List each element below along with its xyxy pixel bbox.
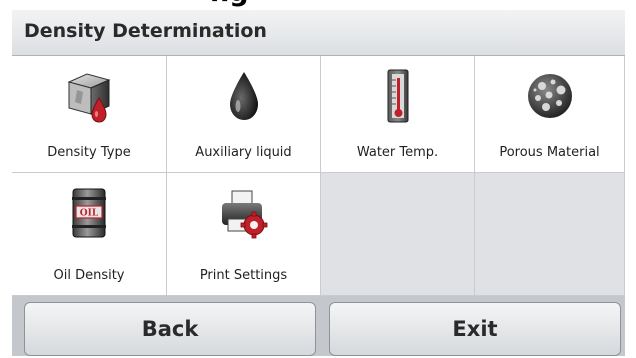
menu-grid: Density Type Auxiliary liquid Water Temp…	[12, 56, 625, 296]
screen-title: Density Determination	[24, 20, 267, 42]
printer-gear-icon	[216, 185, 272, 241]
menu-item-oil-density[interactable]: OIL Oil Density	[12, 173, 167, 296]
svg-text:OIL: OIL	[80, 209, 99, 219]
menu-item-label: Porous Material	[499, 145, 600, 160]
menu-item-label: Density Type	[47, 145, 131, 160]
menu-item-auxiliary-liquid[interactable]: Auxiliary liquid	[167, 56, 321, 173]
density-cube-icon	[61, 68, 117, 124]
back-button[interactable]: Back	[24, 302, 316, 356]
menu-item-water-temp[interactable]: Water Temp.	[321, 56, 475, 173]
menu-item-label: Auxiliary liquid	[195, 145, 292, 160]
oil-barrel-icon: OIL	[61, 185, 117, 241]
page-heading-fragment: ng	[210, 0, 249, 8]
exit-button[interactable]: Exit	[329, 302, 621, 356]
porous-sphere-icon	[522, 68, 578, 124]
density-screen: Density Determination Density Type Auxil…	[12, 10, 625, 356]
menu-item-print-settings[interactable]: Print Settings	[167, 173, 321, 296]
empty-cell	[321, 173, 475, 296]
title-bar: Density Determination	[12, 10, 625, 56]
empty-cell	[475, 173, 625, 296]
menu-item-porous-material[interactable]: Porous Material	[475, 56, 625, 173]
menu-item-label: Water Temp.	[356, 145, 439, 160]
menu-item-label: Oil Density	[53, 268, 125, 283]
button-bar: Back Exit	[12, 296, 625, 356]
menu-item-label: Print Settings	[199, 268, 288, 283]
menu-item-density-type[interactable]: Density Type	[12, 56, 167, 173]
liquid-drop-icon	[216, 68, 272, 124]
thermometer-icon	[370, 68, 426, 124]
